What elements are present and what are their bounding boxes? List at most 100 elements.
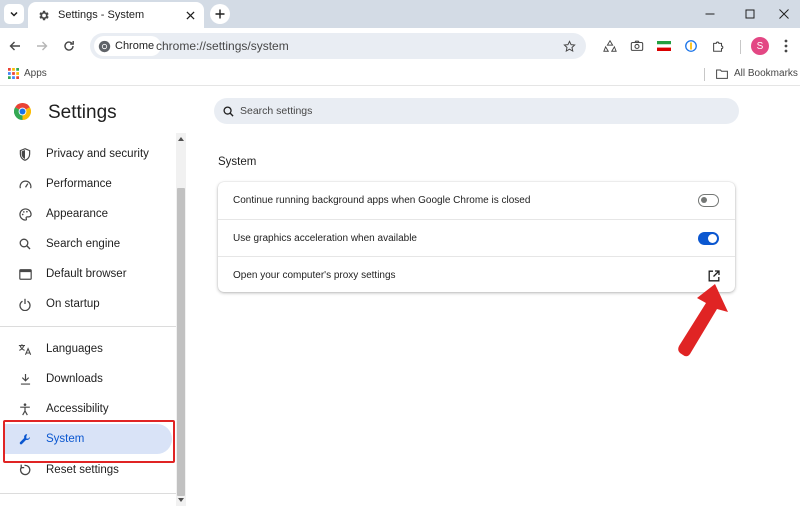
browser-toolbar: Chrome chrome://settings/system S	[0, 28, 800, 64]
sidebar-scrollbar[interactable]	[176, 133, 186, 506]
recycle-icon	[603, 39, 617, 52]
close-icon	[779, 9, 789, 19]
sidebar-item-accessibility[interactable]: Accessibility	[4, 394, 172, 424]
chrome-icon	[98, 40, 111, 52]
scroll-up-icon[interactable]	[177, 135, 185, 143]
sidebar-item-languages[interactable]: Languages	[4, 334, 172, 364]
sidebar-item-label: Performance	[46, 178, 112, 190]
chrome-logo-icon	[14, 103, 31, 120]
settings-search[interactable]	[214, 98, 739, 124]
puzzle-icon	[713, 41, 724, 52]
sidebar-item-label: Default browser	[46, 268, 127, 280]
setting-label: Open your computer's proxy settings	[233, 269, 396, 281]
tab-settings-system[interactable]: Settings - System	[28, 2, 204, 28]
translate-icon	[18, 342, 32, 356]
sidebar-item-privacy-and-security[interactable]: Privacy and security	[4, 139, 172, 169]
graphics-acceleration-toggle[interactable]	[698, 232, 719, 245]
scroll-down-icon[interactable]	[177, 496, 185, 504]
setting-row-proxy-settings[interactable]: Open your computer's proxy settings	[218, 256, 735, 293]
sidebar-divider	[0, 493, 176, 494]
all-bookmarks-label: All Bookmarks	[734, 68, 798, 79]
sidebar-item-downloads[interactable]: Downloads	[4, 364, 172, 394]
setting-label: Continue running background apps when Go…	[233, 195, 531, 206]
arrow-right-icon	[37, 41, 48, 51]
sidebar-item-label: Accessibility	[46, 403, 109, 415]
sidebar-divider	[0, 326, 176, 327]
forward-button[interactable]	[32, 36, 52, 56]
screenshot-extension-button[interactable]	[627, 36, 647, 56]
annotation-arrow-icon	[678, 284, 728, 357]
arrow-left-icon	[9, 41, 20, 51]
background-apps-toggle[interactable]	[698, 194, 719, 207]
maximize-button[interactable]	[738, 4, 762, 24]
sidebar-item-label: Languages	[46, 343, 103, 355]
page-title: Settings	[48, 102, 117, 123]
bookmarks-separator	[704, 68, 705, 81]
flag-extension-button[interactable]	[654, 36, 674, 56]
speedometer-icon	[18, 177, 32, 191]
external-link-icon[interactable]	[706, 268, 721, 283]
new-tab-button[interactable]	[210, 4, 230, 24]
sidebar-item-label: System	[46, 433, 85, 445]
reload-button[interactable]	[59, 36, 79, 56]
address-bar[interactable]: Chrome chrome://settings/system	[90, 33, 586, 59]
extensions-button[interactable]	[708, 36, 728, 56]
search-icon	[223, 105, 234, 117]
back-button[interactable]	[5, 36, 25, 56]
sidebar-item-on-startup[interactable]: On startup	[4, 289, 172, 319]
camera-icon	[630, 40, 644, 51]
settings-sidebar: Privacy and security Performance Appeara…	[0, 133, 176, 506]
minimize-icon	[705, 13, 715, 15]
sidebar-item-label: Downloads	[46, 373, 103, 385]
search-input[interactable]	[240, 105, 720, 117]
url-text[interactable]: chrome://settings/system	[156, 39, 289, 53]
browser-window-icon	[18, 267, 32, 281]
sidebar-item-label: Appearance	[46, 208, 109, 220]
reset-icon	[18, 463, 32, 477]
tab-strip: Settings - System	[0, 0, 800, 28]
sidebar-item-label: Privacy and security	[46, 148, 149, 160]
close-icon[interactable]	[182, 7, 198, 23]
scroll-thumb[interactable]	[177, 188, 185, 496]
wrench-icon	[18, 432, 32, 446]
all-bookmarks-button[interactable]: All Bookmarks	[716, 68, 798, 79]
sidebar-item-label: On startup	[46, 298, 100, 310]
window-close-button[interactable]	[772, 4, 796, 24]
gear-icon	[36, 8, 50, 22]
sidebar-item-system[interactable]: System	[4, 424, 172, 454]
bookmarks-bar: Apps All Bookmarks	[0, 64, 800, 86]
apps-grid-icon	[8, 68, 19, 79]
profile-avatar[interactable]: S	[751, 37, 769, 55]
site-chip[interactable]: Chrome	[94, 36, 162, 56]
sidebar-item-search-engine[interactable]: Search engine	[4, 229, 172, 259]
sidebar-item-performance[interactable]: Performance	[4, 169, 172, 199]
tab-title: Settings - System	[58, 9, 145, 21]
setting-row-background-apps[interactable]: Continue running background apps when Go…	[218, 182, 735, 219]
setting-row-graphics-acceleration[interactable]: Use graphics acceleration when available	[218, 219, 735, 256]
palette-icon	[18, 207, 32, 221]
accessibility-icon	[18, 402, 32, 416]
power-icon	[18, 297, 32, 311]
settings-header: Settings	[0, 87, 800, 133]
section-title: System	[218, 156, 257, 168]
sidebar-item-reset-settings[interactable]: Reset settings	[4, 455, 172, 485]
toolbar-separator	[740, 40, 741, 54]
kebab-menu-icon	[784, 39, 788, 53]
tab-search-button[interactable]	[4, 4, 24, 24]
system-settings-card: Continue running background apps when Go…	[218, 182, 735, 292]
browser-menu-button[interactable]	[776, 36, 796, 56]
download-icon	[18, 372, 32, 386]
chevron-down-icon	[10, 11, 18, 17]
reload-icon	[64, 41, 74, 51]
sidebar-item-default-browser[interactable]: Default browser	[4, 259, 172, 289]
vpn-extension-button[interactable]	[681, 36, 701, 56]
shield-icon	[18, 147, 32, 161]
shield-extension-icon	[685, 40, 697, 52]
sidebar-item-appearance[interactable]: Appearance	[4, 199, 172, 229]
bookmark-star-icon[interactable]	[560, 37, 578, 55]
search-icon	[18, 237, 32, 251]
apps-label: Apps	[24, 68, 47, 79]
minimize-button[interactable]	[698, 4, 722, 24]
apps-shortcut[interactable]: Apps	[8, 68, 47, 79]
recycle-extension-button[interactable]	[600, 36, 620, 56]
